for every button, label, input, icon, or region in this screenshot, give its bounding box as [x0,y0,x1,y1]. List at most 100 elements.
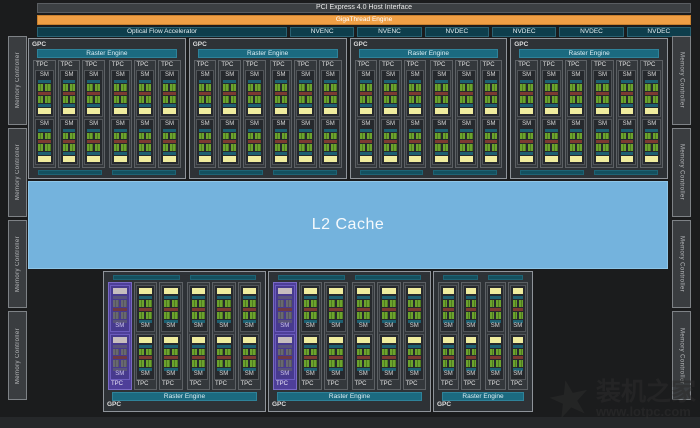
sm-instruction-cache-bar [645,80,658,83]
core-cell [472,312,476,319]
sm-core-grid [382,300,396,307]
core-cell [38,96,43,103]
core-cell [282,84,287,91]
core-cell [364,360,370,367]
sm-register-file-bar [485,156,498,162]
core-cell [416,133,421,140]
sm-texture-bar [570,152,583,155]
sm-core-grid [466,300,477,307]
sm-core-grid [243,300,257,307]
core-cell [163,133,168,140]
tpc-column: TPCSMSM [355,60,378,168]
core-cell [545,84,550,91]
core-cell [163,84,168,91]
core-cell [95,84,100,91]
sm-block: SM [482,70,501,117]
sm-instruction-cache-bar [87,80,100,83]
core-cell [231,144,236,151]
core-cell [496,300,500,307]
core-cell [435,96,440,103]
core-cell [199,300,205,307]
sm-core-grid [596,84,609,91]
sm-texture-bar [113,345,127,348]
tpc-column: TPCSMSM [403,282,427,390]
gpc-block: GPCRaster EngineTPCSMSMTPCSMSMTPCSMSMTPC… [510,38,668,179]
sm-tensor-bar [357,308,371,311]
core-cell [139,360,145,367]
sm-core-grid [278,300,292,307]
sm-register-file-bar [278,337,292,343]
sm-core-grid [248,144,261,151]
core-cell [485,96,490,103]
core-cell [357,360,363,367]
sm-register-file-bar [513,337,524,343]
sm-texture-bar [324,152,337,155]
sm-tensor-bar [360,140,373,143]
tpc-column: TPCSMSM [33,60,56,168]
tpc-label: TPC [272,62,291,69]
core-cell [409,84,414,91]
tpc-pair-bar [443,275,478,280]
sm-core-grid [114,144,127,151]
tpc-column: TPCSMSM [565,60,588,168]
core-cell [467,96,472,103]
core-cell [329,312,335,319]
core-cell [443,144,448,151]
sm-tensor-bar [485,140,498,143]
sm-texture-bar [164,296,178,299]
sm-label: SM [545,121,558,128]
core-cell [38,144,43,151]
sm-tensor-bar [243,308,257,311]
core-cell [360,133,365,140]
tpc-column: TPCSMSM [480,60,503,168]
sm-instruction-cache-bar [570,129,583,132]
core-cell [653,144,658,151]
core-cell [360,96,365,103]
sm-label: SM [570,72,583,79]
sm-core-grid [248,84,261,91]
core-cell [570,144,575,151]
sm-core-grid [360,133,373,140]
sm-texture-bar [382,345,396,348]
sm-texture-bar [192,345,206,348]
memory-controller-left-2: Memory Controller [8,128,27,217]
sm-tensor-bar [443,308,454,311]
core-cell [255,133,260,140]
sm-core-grid [164,360,178,367]
core-cell [449,349,453,356]
gpc-block: GPCRaster EngineTPCSMSMTPCSMSMTPCSMSMTPC… [28,38,186,179]
tpc-label: TPC [84,62,103,69]
sm-core-grid [460,84,473,91]
tpc-pair-bars [443,275,523,280]
tpc-row: TPCSMSMTPCSMSMTPCSMSMTPCSMSM [438,282,528,390]
core-cell [496,349,500,356]
sm-label: SM [114,121,127,128]
sm-core-grid [360,84,373,91]
core-cell [645,133,650,140]
sm-texture-bar [409,104,422,107]
sm-register-file-bar [114,108,127,114]
sm-instruction-cache-bar [275,129,288,132]
memory-controller-label: Memory Controller [15,144,21,200]
sm-block: SM [593,119,612,166]
sm-instruction-cache-bar [435,80,448,83]
core-cell [416,84,421,91]
sm-core-grid [329,349,343,356]
tpc-label: TPC [463,381,480,388]
sm-core-grid [545,84,558,91]
core-cell [390,312,396,319]
core-cell [443,360,447,367]
sm-tensor-bar [87,140,100,143]
sm-tensor-bar [114,140,127,143]
sm-block: SM [357,70,376,117]
core-cell [307,144,312,151]
sm-block: SM [111,70,130,117]
sm-texture-bar [329,345,343,348]
sm-label: SM [596,72,609,79]
core-cell [528,84,533,91]
sm-instruction-cache-bar [223,129,236,132]
sm-label: SM [223,121,236,128]
sm-register-file-bar [435,156,448,162]
core-cell [364,349,370,356]
sm-block: SM [161,334,181,381]
